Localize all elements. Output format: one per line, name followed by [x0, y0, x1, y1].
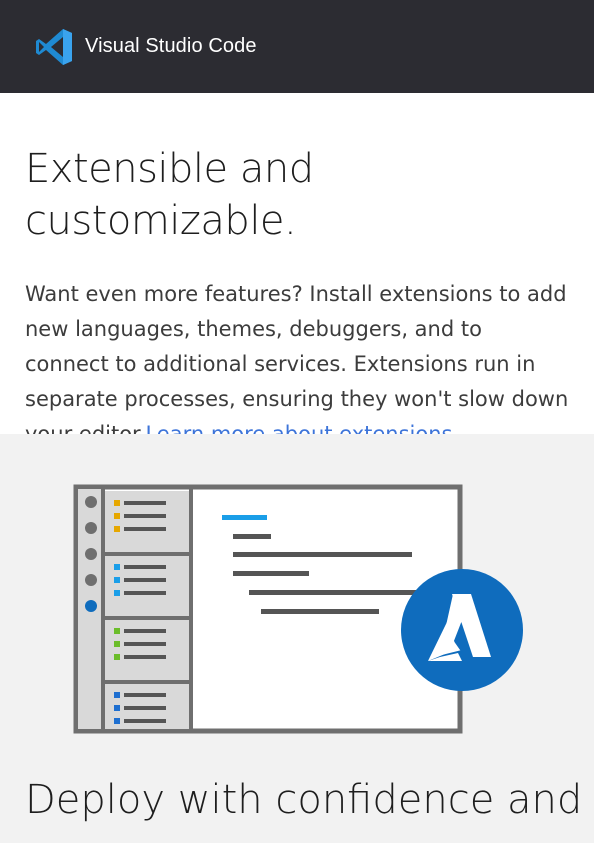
- extension-list: [104, 487, 193, 731]
- site-header: Visual Studio Code: [0, 0, 594, 93]
- extensions-section: Extensible and customizable. Want even m…: [0, 93, 594, 446]
- vscode-logo-icon[interactable]: [33, 26, 75, 68]
- section-description: Want even more features? Install extensi…: [25, 277, 569, 452]
- brand-name[interactable]: Visual Studio Code: [85, 35, 257, 58]
- deploy-section-title: Deploy with confidence and: [25, 777, 583, 823]
- extensions-illustration: [73, 484, 523, 734]
- azure-icon: [401, 569, 523, 691]
- illustration-section: Deploy with confidence and: [0, 434, 594, 843]
- section-title: Extensible and customizable.: [25, 146, 314, 244]
